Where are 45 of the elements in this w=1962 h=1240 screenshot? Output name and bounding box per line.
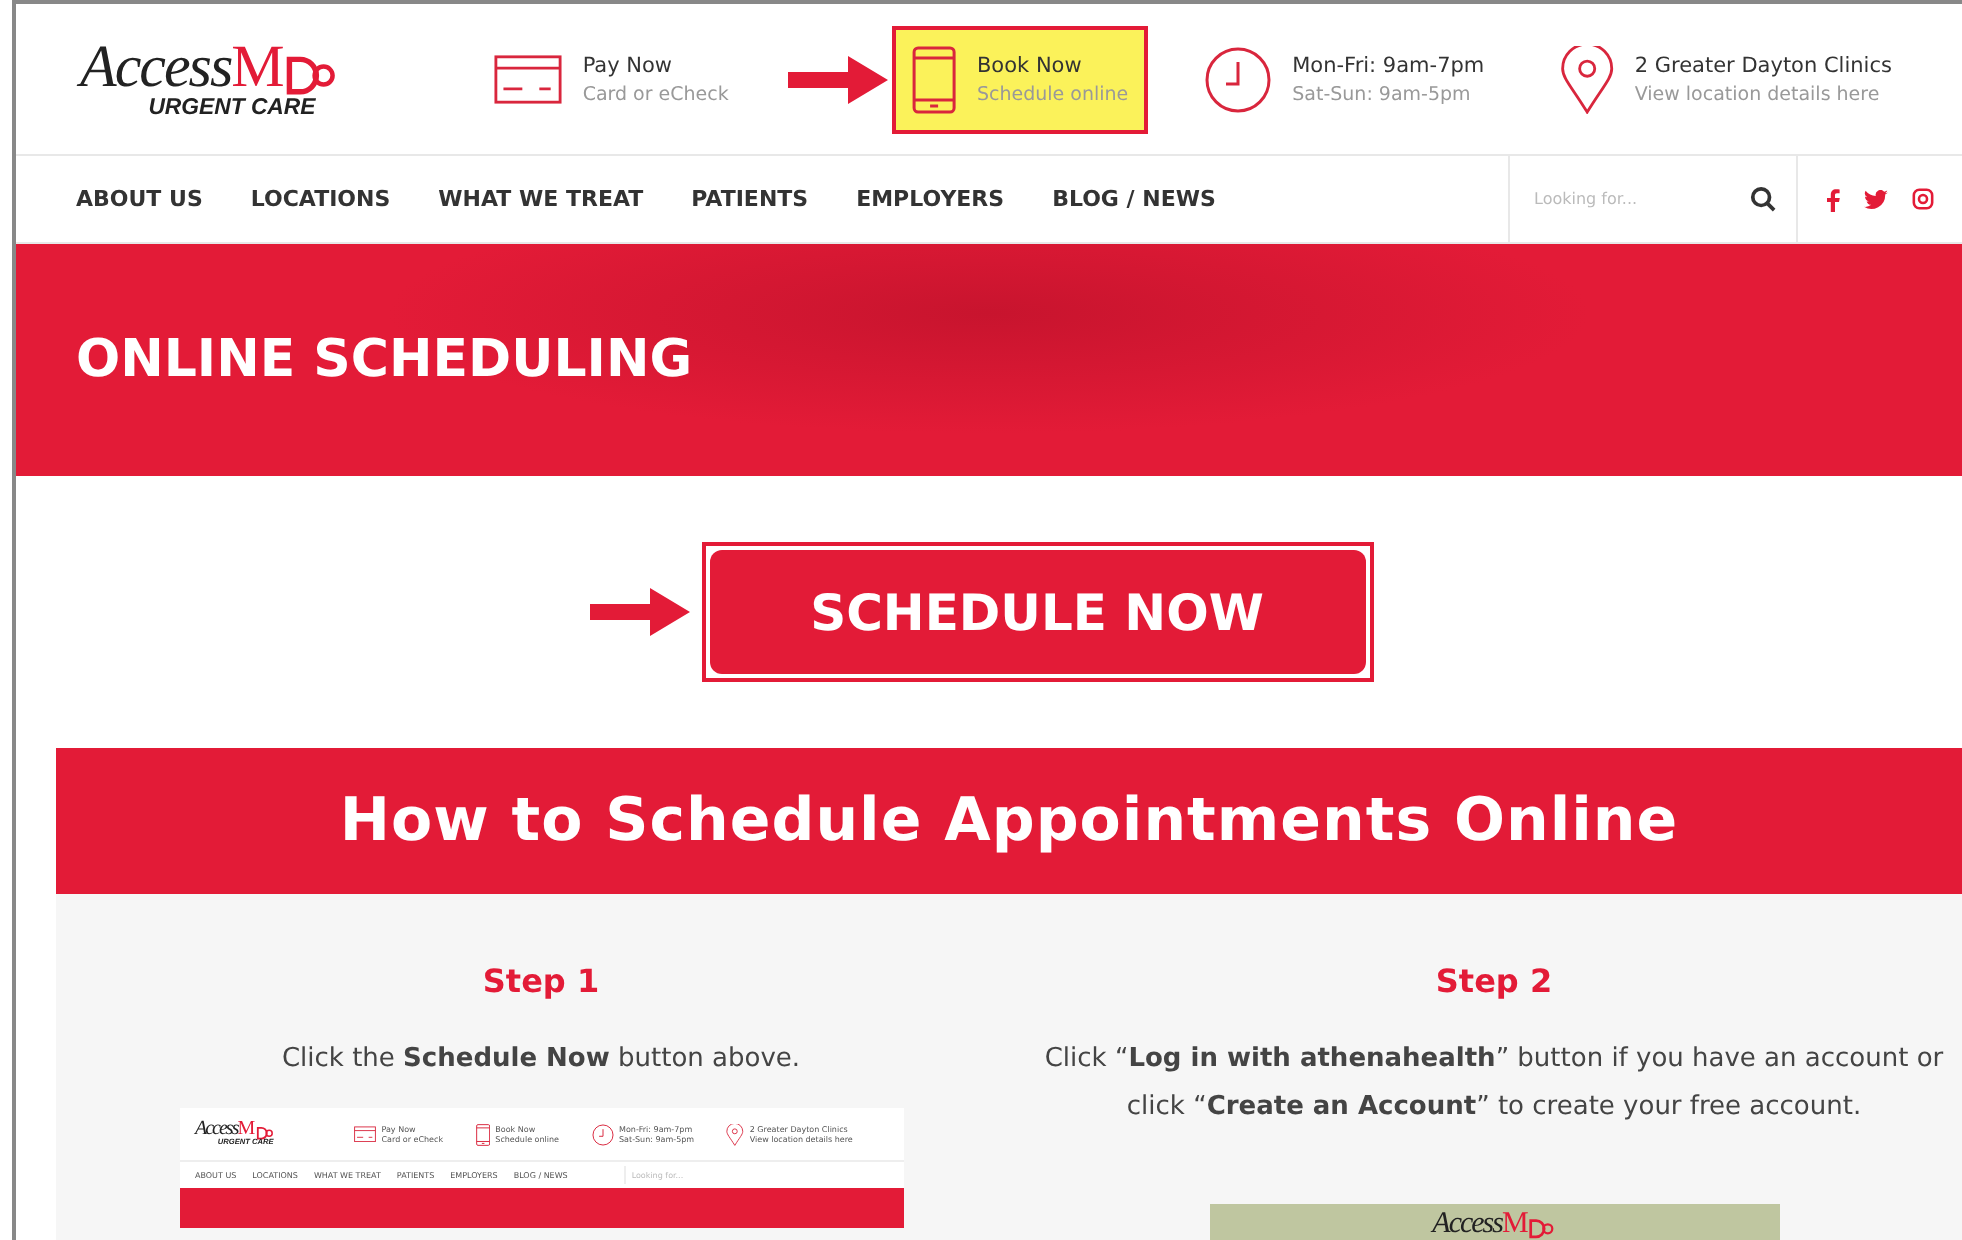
header-link[interactable]: Pay Now Card or eCheck — [478, 37, 745, 121]
facebook-icon[interactable] — [1826, 187, 1840, 211]
header-link-title: 2 Greater Dayton Clinics — [1634, 53, 1892, 77]
location-pin-icon — [1560, 45, 1615, 113]
header-link-subtitle: Sat-Sun: 9am-5pm — [1292, 83, 1473, 105]
header-link-subtitle: Card or eCheck — [582, 83, 729, 105]
header-link-title: Mon-Fri: 9am-7pm — [1292, 53, 1485, 77]
nav-link[interactable]: ABOUT US — [76, 186, 203, 212]
step-text: Click the Schedule Now button above. — [281, 1042, 801, 1078]
header-link[interactable]: 2 Greater Dayton Clinics View location details here — [1544, 29, 1908, 129]
instagram-icon[interactable] — [1912, 188, 1934, 210]
location-pin-icon — [726, 1123, 744, 1145]
phone-icon — [912, 45, 957, 113]
step-text: Click “Log in with athenahealth” button if you have an account or click “Create an Account” to create your free account. — [1042, 1042, 1946, 1126]
logo-text: Access — [1432, 1210, 1502, 1240]
nav-link[interactable]: WHAT WE TREAT — [438, 186, 644, 212]
banner-title: ONLINE SCHEDULING — [76, 330, 693, 390]
credit-card-icon — [494, 53, 563, 105]
logo-letter: M — [1501, 1210, 1529, 1240]
header-link[interactable]: Mon-Fri: 9am-7pm Sat-Sun: 9am-5pm — [1188, 29, 1501, 129]
section-title: How to Schedule Appointments Online — [339, 786, 1679, 856]
search-icon[interactable] — [1750, 186, 1776, 212]
credit-card-icon — [353, 1125, 376, 1143]
schedule-now-button[interactable]: SCHEDULE NOW — [709, 550, 1365, 674]
twitter-icon[interactable] — [1864, 189, 1888, 209]
header-link-subtitle: View location details here — [1634, 83, 1882, 105]
nav-link[interactable]: BLOG / NEWS — [1052, 186, 1216, 212]
step-title: Step 1 — [482, 962, 600, 1000]
nav-link[interactable]: EMPLOYERS — [856, 186, 1005, 212]
nav-link[interactable]: LOCATIONS — [250, 186, 391, 212]
phone-icon — [475, 1123, 490, 1145]
stethoscope-icon — [255, 1125, 274, 1141]
highlighted-header-link[interactable]: Book Now Schedule online — [896, 29, 1145, 129]
logo-text: Access — [80, 37, 232, 98]
stethoscope-icon — [284, 54, 339, 98]
logo-letter: M — [231, 37, 285, 98]
header-link-subtitle: Schedule online — [976, 83, 1129, 105]
logo-tagline: URGENT CARE — [148, 97, 318, 121]
step-title: Step 2 — [1435, 962, 1553, 1000]
header-link-title: Book Now — [976, 53, 1084, 77]
clock-icon — [1204, 45, 1273, 113]
header-link-title: Pay Now — [582, 53, 675, 77]
stethoscope-icon — [1528, 1218, 1556, 1240]
nav-link[interactable]: PATIENTS — [691, 186, 809, 212]
clock-icon — [591, 1123, 614, 1145]
